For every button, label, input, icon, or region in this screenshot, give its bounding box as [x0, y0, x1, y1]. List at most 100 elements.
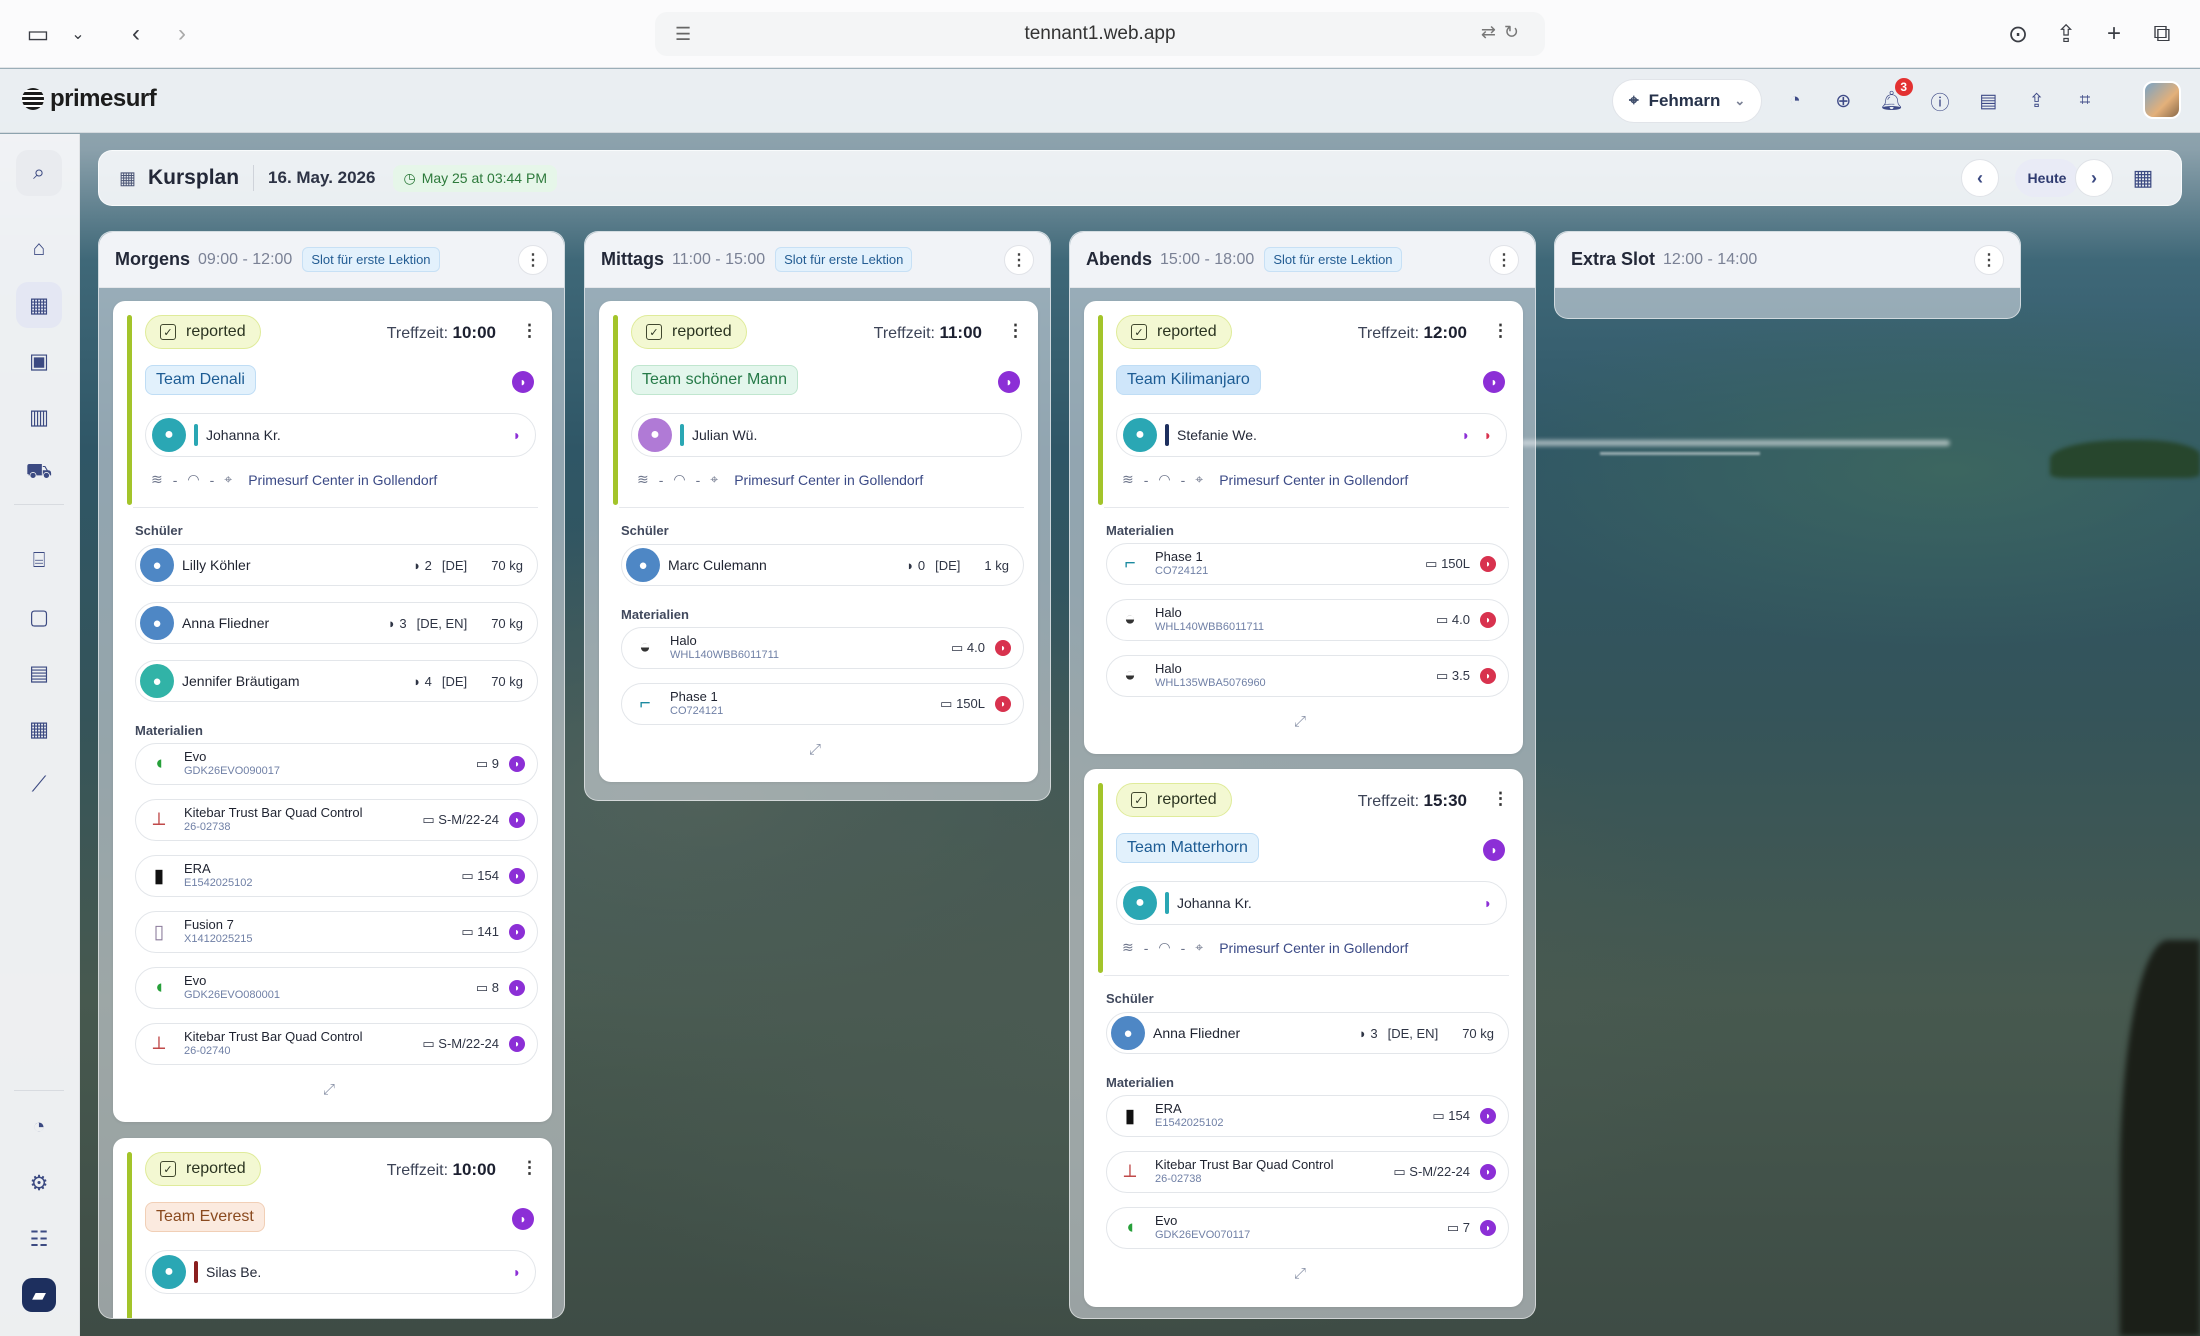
location-link[interactable]: Primesurf Center in Gollendorf	[1219, 472, 1408, 488]
message-icon[interactable]: ▤	[1973, 86, 2003, 116]
user-avatar[interactable]	[2143, 81, 2181, 119]
address-bar[interactable]: ☰ tennant1.web.app ⇄↻	[655, 12, 1545, 56]
material-row[interactable]: ◖ Evo GDK26EVO090017 ▭ 9 ◗	[135, 743, 538, 785]
calendar-add-icon[interactable]: ▣	[16, 338, 62, 384]
card-menu-icon[interactable]: ⋮	[1007, 321, 1024, 341]
material-row[interactable]: ▯ Fusion 7 X1412025215 ▭ 141 ◗	[135, 911, 538, 953]
student-row[interactable]: ● Anna Fliedner ◗ 3 [DE, EN] 70 kg	[1106, 1012, 1509, 1054]
current-date[interactable]: 16. May. 2026	[268, 168, 375, 188]
team-badge[interactable]: Team schöner Mann	[631, 365, 798, 395]
lesson-card-kilimanjaro[interactable]: ✓ reported Treffzeit: 12:00 ⋮ Team Kilima…	[1084, 301, 1523, 754]
student-row[interactable]: ● Marc Culemann ◗ 0 [DE] 1 kg	[621, 544, 1024, 586]
wind-value: -	[1143, 471, 1149, 488]
share-icon[interactable]: ⇪	[2022, 86, 2052, 116]
new-tab-icon[interactable]: +	[2098, 18, 2130, 50]
location-link[interactable]: Primesurf Center in Gollendorf	[734, 472, 923, 488]
calendar-icon[interactable]: ▦	[2125, 159, 2161, 197]
next-day-button[interactable]: ›	[2075, 159, 2113, 197]
expand-icon[interactable]: ⤢	[809, 741, 821, 758]
translate-reload-icons[interactable]: ⇄↻	[1481, 22, 1527, 43]
book-icon[interactable]: ▥	[16, 394, 62, 440]
store-icon[interactable]: ⌸	[16, 538, 62, 584]
more-options-icon[interactable]: ⋮	[518, 244, 548, 275]
download-icon[interactable]: ⊙	[2002, 18, 2034, 50]
course-plan-icon[interactable]: ▦	[16, 282, 62, 328]
instructor-row[interactable]: ● Stefanie We. ◗ ◗	[1116, 413, 1507, 457]
contact-card-icon[interactable]: ▢	[16, 594, 62, 640]
instructor-row[interactable]: ● Johanna Kr. ◗	[145, 413, 536, 457]
globe-icon[interactable]: ⊕	[1828, 86, 1858, 116]
material-row[interactable]: ⌐ Phase 1 CO724121 ▭ 150L ◗	[621, 683, 1024, 725]
material-row[interactable]: ◒ Halo WHL135WBA5076960 ▭ 3.5 ◗	[1106, 655, 1509, 697]
instructor-row[interactable]: ● Silas Be. ◗	[145, 1250, 536, 1294]
share-icon[interactable]: ⇪	[2050, 18, 2082, 50]
student-row[interactable]: ● Jennifer Bräutigam ◗ 4 [DE] 70 kg	[135, 660, 538, 702]
shield-clock-icon[interactable]: ◔	[1780, 86, 1810, 116]
student-row[interactable]: ● Lilly Köhler ◗ 2 [DE] 70 kg	[135, 544, 538, 586]
material-row[interactable]: ⟂ Kitebar Trust Bar Quad Control 26-02738 ▭…	[135, 799, 538, 841]
lesson-card-everest[interactable]: ✓ reported Treffzeit: 10:00 ⋮ Team Everes…	[113, 1138, 552, 1318]
background-cliff	[2120, 940, 2200, 1336]
team-badge[interactable]: Team Everest	[145, 1202, 265, 1232]
material-row[interactable]: ◒ Halo WHL140WBB6011711 ▭ 4.0 ◗	[1106, 599, 1509, 641]
slot-column-mittags: Mittags 11:00 - 15:00 Slot für erste Lek…	[584, 231, 1051, 801]
level: 3	[399, 615, 407, 631]
location-select[interactable]: ⌖ Fehmarn ⌄	[1612, 79, 1762, 123]
material-row[interactable]: ◖ Evo GDK26EVO080001 ▭ 8 ◗	[135, 967, 538, 1009]
board-thumbnail-icon: ▯	[153, 921, 165, 943]
gear-icon[interactable]: ⚙	[16, 1160, 62, 1206]
material-row[interactable]: ▮ ERA E1542025102 ▭ 154 ◗	[135, 855, 538, 897]
more-options-icon[interactable]: ⋮	[1004, 244, 1034, 275]
scan-icon[interactable]: ⌗	[2070, 86, 2100, 116]
card-menu-icon[interactable]: ⋮	[521, 321, 538, 341]
today-button[interactable]: Heute	[2015, 159, 2079, 197]
card-menu-icon[interactable]: ⋮	[1492, 789, 1509, 809]
search-icon[interactable]: ⌕	[16, 150, 62, 196]
sliders-icon[interactable]: ☷	[16, 1216, 62, 1262]
instructor-row[interactable]: ● Julian Wü.	[631, 413, 1022, 457]
material-row[interactable]: ▮ ERA E1542025102 ▭ 154 ◗	[1106, 1095, 1509, 1137]
brand-logo[interactable]: primesurf	[22, 85, 157, 113]
app-brand-icon[interactable]: ▰	[22, 1278, 56, 1312]
back-icon[interactable]: ‹	[120, 18, 152, 50]
location-link[interactable]: Primesurf Center in Gollendorf	[248, 472, 437, 488]
sidebar: ⌕ ⌂ ▦ ▣ ▥ ⛟ ⌸ ▢ ▤ ▦ ⟋ ◔ ⚙ ☷ ▰	[0, 134, 80, 1336]
chevron-down-icon[interactable]: ⌄	[62, 18, 94, 50]
material-row[interactable]: ⌐ Phase 1 CO724121 ▭ 150L ◗	[1106, 543, 1509, 585]
material-row[interactable]: ◖ Evo GDK26EVO070117 ▭ 7 ◗	[1106, 1207, 1509, 1249]
lesson-card-denali[interactable]: ✓ reported Treffzeit: 10:00 ⋮ Team Denali…	[113, 301, 552, 1122]
weight: 70 kg	[1462, 1025, 1494, 1041]
location-link[interactable]: Primesurf Center in Gollendorf	[1219, 940, 1408, 956]
team-badge[interactable]: Team Denali	[145, 365, 256, 395]
material-row[interactable]: ⟂ Kitebar Trust Bar Quad Control 26-02740 ▭…	[135, 1023, 538, 1065]
meeting-time-value: 11:00	[939, 323, 982, 342]
expand-icon[interactable]: ⤢	[1294, 1265, 1306, 1282]
more-options-icon[interactable]: ⋮	[1489, 244, 1519, 275]
home-icon[interactable]: ⌂	[16, 226, 62, 272]
briefcase-icon[interactable]: ▤	[16, 650, 62, 696]
tabs-overview-icon[interactable]: ⧉	[2146, 18, 2178, 50]
lesson-card-schoener-mann[interactable]: ✓ reported Treffzeit: 11:00 ⋮ Team schöne…	[599, 301, 1038, 782]
bell-icon[interactable]: 🔔︎ 3	[1877, 78, 1913, 116]
team-badge[interactable]: Team Kilimanjaro	[1116, 365, 1261, 395]
instructor-row[interactable]: ● Johanna Kr. ◗	[1116, 881, 1507, 925]
material-row[interactable]: ◒ Halo WHL140WBB6011711 ▭ 4.0 ◗	[621, 627, 1024, 669]
info-icon[interactable]: ⓘ	[1925, 86, 1955, 116]
team-badge[interactable]: Team Matterhorn	[1116, 833, 1259, 863]
card-menu-icon[interactable]: ⋮	[521, 1158, 538, 1178]
building-icon[interactable]: ▦	[16, 706, 62, 752]
card-menu-icon[interactable]: ⋮	[1492, 321, 1509, 341]
chart-icon[interactable]: ⟋	[16, 762, 62, 808]
more-options-icon[interactable]: ⋮	[1974, 244, 2004, 275]
prev-day-button[interactable]: ‹	[1961, 159, 1999, 197]
lesson-card-matterhorn[interactable]: ✓ reported Treffzeit: 15:30 ⋮ Team Matter…	[1084, 769, 1523, 1307]
cart-icon[interactable]: ⛟	[16, 450, 62, 496]
expand-icon[interactable]: ⤢	[1294, 713, 1306, 730]
material-row[interactable]: ⟂ Kitebar Trust Bar Quad Control 26-02738 ▭…	[1106, 1151, 1509, 1193]
shield-clock-icon[interactable]: ◔	[16, 1104, 62, 1150]
sidebar-toggle-icon[interactable]: ▭	[22, 18, 54, 50]
expand-icon[interactable]: ⤢	[323, 1081, 335, 1098]
forward-icon[interactable]: ›	[166, 18, 198, 50]
reader-icon[interactable]: ☰	[675, 24, 691, 45]
student-row[interactable]: ● Anna Fliedner ◗ 3 [DE, EN] 70 kg	[135, 602, 538, 644]
